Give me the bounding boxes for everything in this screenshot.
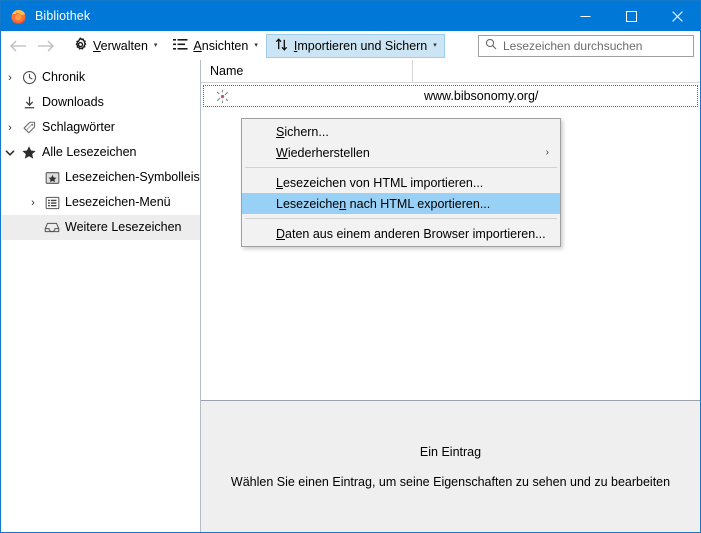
inbox-tray-icon	[42, 221, 62, 234]
menu-separator	[245, 167, 557, 168]
sidebar-item-label: Alle Lesezeichen	[42, 145, 137, 160]
toolbar: Verwalten ▾ Ansichten ▾ Importieren und …	[1, 31, 700, 60]
broken-link-icon	[204, 89, 240, 104]
menu-list-icon	[42, 196, 62, 210]
minimize-button[interactable]	[562, 1, 608, 31]
sidebar-tree: › Chronik Downloads › Schlagwörter Alle …	[1, 60, 201, 532]
library-window: Bibliothek Verwalten ▾ Ansichten ▾ Impor…	[0, 0, 701, 533]
title-bar: Bibliothek	[1, 1, 700, 31]
sidebar-item-schlagwoerter[interactable]: › Schlagwörter	[1, 115, 200, 140]
menu-item-import-html[interactable]: Lesezeichen von HTML importieren...	[242, 172, 560, 193]
menu-item-sichern[interactable]: Sichern...	[242, 121, 560, 142]
maximize-button[interactable]	[608, 1, 654, 31]
sidebar-item-label: Schlagwörter	[42, 120, 115, 135]
firefox-logo-icon	[10, 8, 27, 25]
chevron-down-icon[interactable]	[1, 148, 19, 158]
chevron-right-icon[interactable]: ›	[1, 122, 19, 134]
sidebar-item-lesezeichen-symbolleiste[interactable]: Lesezeichen-Symbolleiste	[1, 165, 200, 190]
menu-item-label: Daten aus einem anderen Browser importie…	[276, 226, 546, 241]
download-arrow-icon	[19, 95, 39, 110]
import-export-arrows-icon	[274, 37, 289, 55]
chevron-down-icon: ▾	[153, 42, 158, 49]
search-box[interactable]	[478, 34, 694, 57]
chevron-down-icon: ▾	[433, 42, 437, 49]
views-button[interactable]: Ansichten ▾	[165, 34, 265, 58]
back-button[interactable]	[5, 34, 32, 58]
title-bar-left: Bibliothek	[1, 8, 90, 25]
import-backup-button[interactable]: Importieren und Sichern ▾	[265, 33, 445, 58]
import-backup-menu: Sichern... Wiederherstellen › Lesezeiche…	[241, 118, 561, 247]
chevron-right-icon[interactable]: ›	[24, 197, 42, 209]
sidebar-item-alle-lesezeichen[interactable]: Alle Lesezeichen	[1, 140, 200, 165]
search-icon	[485, 37, 497, 55]
gear-icon	[73, 36, 88, 55]
column-header-filler	[413, 60, 700, 83]
row-url: www.bibsonomy.org/	[424, 89, 539, 103]
sidebar-item-weitere-lesezeichen[interactable]: Weitere Lesezeichen	[1, 215, 200, 240]
menu-item-label: Sichern...	[276, 124, 329, 139]
views-button-label: Ansichten	[193, 38, 249, 53]
chevron-right-icon[interactable]: ›	[1, 72, 19, 84]
menu-item-import-other-browser[interactable]: Daten aus einem anderen Browser importie…	[242, 223, 560, 244]
sidebar-item-lesezeichen-menue[interactable]: › Lesezeichen-Menü	[1, 190, 200, 215]
toolbar-star-icon	[42, 171, 62, 185]
close-button[interactable]	[654, 1, 700, 31]
sidebar-item-label: Lesezeichen-Menü	[65, 195, 171, 210]
menu-item-export-html[interactable]: Lesezeichen nach HTML exportieren...	[242, 193, 560, 214]
star-icon	[19, 145, 39, 161]
table-row[interactable]: www.bibsonomy.org/	[203, 85, 698, 107]
tag-icon	[19, 120, 39, 135]
chevron-right-icon: ›	[545, 147, 549, 158]
manage-button-label: Verwalten	[93, 38, 148, 53]
forward-button[interactable]	[32, 34, 59, 58]
manage-button[interactable]: Verwalten ▾	[65, 34, 165, 58]
menu-item-label: Lesezeichen nach HTML exportieren...	[276, 196, 491, 211]
sidebar-item-downloads[interactable]: Downloads	[1, 90, 200, 115]
detail-pane: Ein Eintrag Wählen Sie einen Eintrag, um…	[201, 400, 700, 532]
sidebar-item-label: Lesezeichen-Symbolleiste	[65, 170, 201, 185]
detail-subtitle: Wählen Sie einen Eintrag, um seine Eigen…	[230, 474, 671, 489]
window-title: Bibliothek	[35, 9, 91, 23]
menu-separator	[245, 218, 557, 219]
search-input[interactable]	[503, 38, 687, 53]
menu-item-label: Wiederherstellen	[276, 145, 370, 160]
detail-title: Ein Eintrag	[419, 444, 482, 459]
body-area: › Chronik Downloads › Schlagwörter Alle …	[1, 59, 700, 532]
list-column-header: Name	[201, 59, 700, 83]
window-controls	[562, 1, 700, 31]
sidebar-item-label: Downloads	[42, 95, 104, 110]
import-backup-button-label: Importieren und Sichern	[293, 38, 428, 53]
sidebar-item-chronik[interactable]: › Chronik	[1, 65, 200, 90]
clock-icon	[19, 70, 39, 85]
menu-item-label: Lesezeichen von HTML importieren...	[276, 175, 484, 190]
sidebar-item-label: Chronik	[42, 70, 86, 85]
menu-item-wiederherstellen[interactable]: Wiederherstellen ›	[242, 142, 560, 163]
sidebar-item-label: Weitere Lesezeichen	[65, 220, 182, 235]
chevron-down-icon: ▾	[254, 42, 258, 49]
list-view-icon	[173, 38, 188, 54]
column-header-name[interactable]: Name	[201, 59, 413, 83]
